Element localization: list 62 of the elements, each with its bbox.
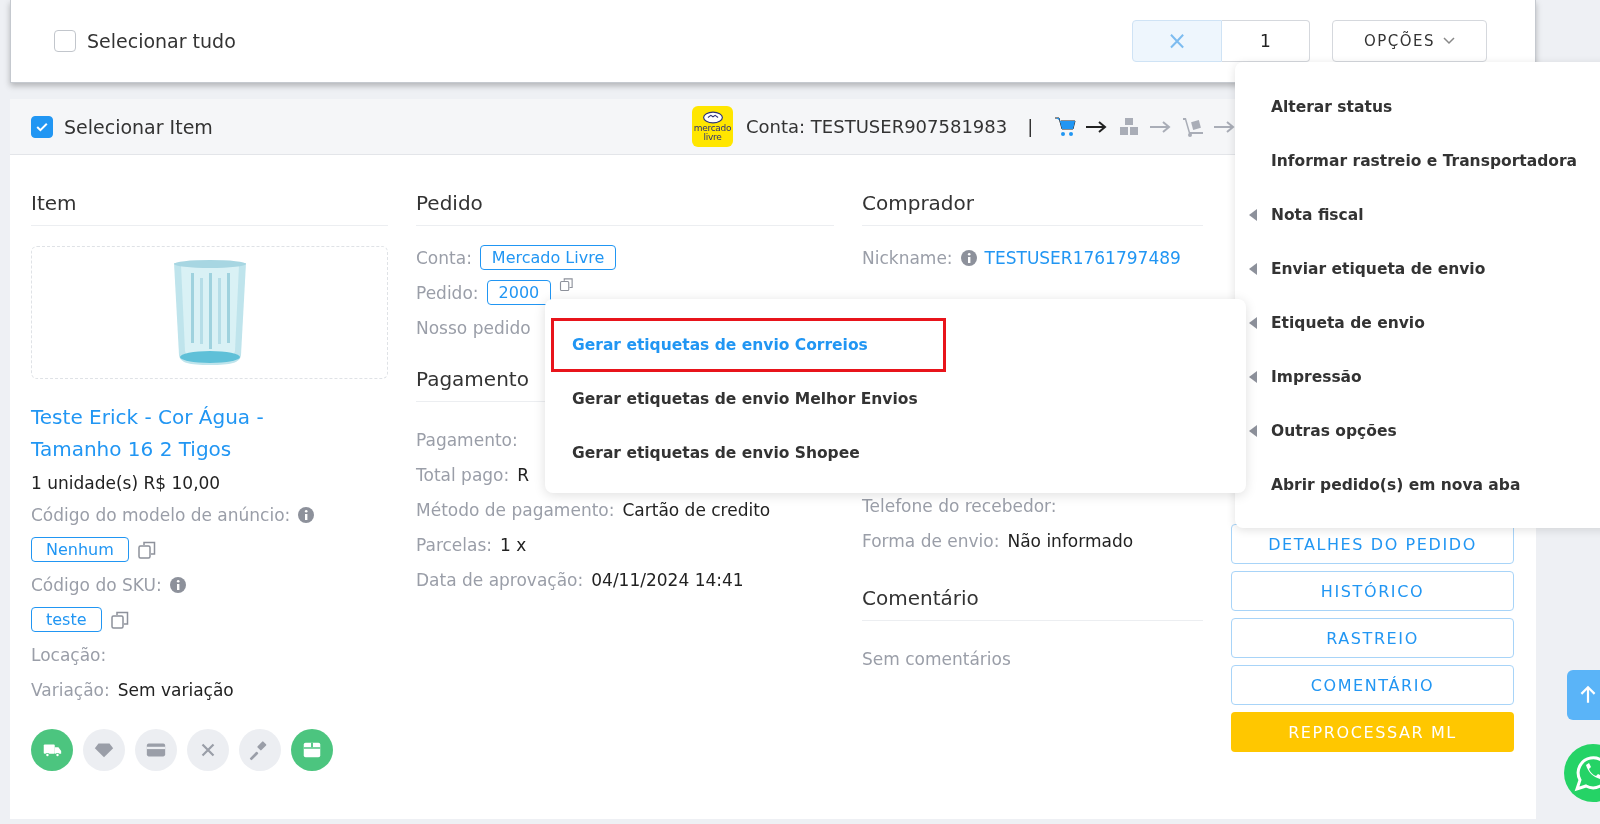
copy-icon[interactable] <box>109 609 130 630</box>
field-value: 1 x <box>500 534 527 555</box>
close-icon[interactable] <box>187 729 229 771</box>
arrow-icon <box>1213 120 1236 133</box>
field-label: Total pago: <box>416 464 510 485</box>
field-value: Não informado <box>1007 530 1134 551</box>
field-label: Data de aprovação: <box>416 569 584 590</box>
field-value: 04/11/2024 14:41 <box>591 569 744 590</box>
box-icon[interactable] <box>291 729 333 771</box>
marketplace-logo: mercado livre <box>692 106 733 147</box>
section-title: Pedido <box>416 191 834 226</box>
menu-item[interactable]: Impressão <box>1267 364 1368 390</box>
submenu-item[interactable]: Gerar etiquetas de envio Shopee <box>551 426 946 480</box>
copy-icon[interactable] <box>559 277 575 292</box>
info-icon <box>169 576 186 593</box>
menu-item[interactable]: Alterar status <box>1267 94 1399 120</box>
menu-item[interactable]: Informar rastreio e Transportadora <box>1267 148 1583 174</box>
field-value: R <box>517 464 530 485</box>
chevron-down-icon <box>1443 37 1456 45</box>
section-title: Comentário <box>862 586 1203 621</box>
gavel-icon[interactable] <box>239 729 281 771</box>
menu-item[interactable]: Enviar etiqueta de envio <box>1267 256 1492 282</box>
field-label: Pagamento: <box>416 429 518 450</box>
arrow-icon <box>1085 120 1108 133</box>
field-label: Locação: <box>31 644 107 665</box>
field-label: Código do SKU: <box>31 574 162 595</box>
tag: Nenhum <box>31 537 129 562</box>
card-icon[interactable] <box>135 729 177 771</box>
checkbox[interactable] <box>31 115 53 138</box>
checkbox[interactable] <box>54 30 76 52</box>
field-label: Método de pagamento: <box>416 499 615 520</box>
field-label: Nosso pedido <box>416 317 531 338</box>
info-icon <box>960 249 977 266</box>
account-name: Conta: TESTUSER907581983 <box>746 116 1008 137</box>
tag: teste <box>31 607 102 632</box>
field-value: Sem variação <box>117 679 234 700</box>
field-label: Nickname: <box>862 247 953 268</box>
field-label: Telefone do recebedor: <box>862 495 1057 516</box>
menu-item[interactable]: Abrir pedido(s) em nova aba <box>1267 472 1527 498</box>
comment-text: Sem comentários <box>862 648 1011 669</box>
copy-icon[interactable] <box>136 539 157 560</box>
separator: | <box>1027 116 1034 137</box>
arrow-icon <box>1149 120 1172 133</box>
truck-icon[interactable] <box>31 729 73 771</box>
field-label: Código do modelo de anúncio: <box>31 504 291 525</box>
field-label: Parcelas: <box>416 534 493 555</box>
select-item-label[interactable]: Selecionar Item <box>64 115 213 138</box>
menu-item[interactable]: Outras opções <box>1267 418 1403 444</box>
quantity-price: 1 unidade(s) R$ 10,00 <box>31 473 221 493</box>
menu-item[interactable]: Etiqueta de envio <box>1267 310 1431 336</box>
field-value: Cartão de credito <box>622 499 771 520</box>
options-button[interactable]: OPÇÕES <box>1332 20 1487 62</box>
menu-item[interactable]: Nota fiscal <box>1267 202 1370 228</box>
section-title: Item <box>31 191 388 226</box>
field-label: Forma de envio: <box>862 530 1000 551</box>
field-label: Variação: <box>31 679 110 700</box>
section-title: Comprador <box>862 191 1203 226</box>
field-label: Conta: <box>416 247 472 268</box>
select-all-label[interactable]: Selecionar tudo <box>87 30 236 52</box>
field-label: Pedido: <box>416 282 479 303</box>
tag: Mercado Livre <box>479 245 617 270</box>
info-icon <box>298 506 315 523</box>
